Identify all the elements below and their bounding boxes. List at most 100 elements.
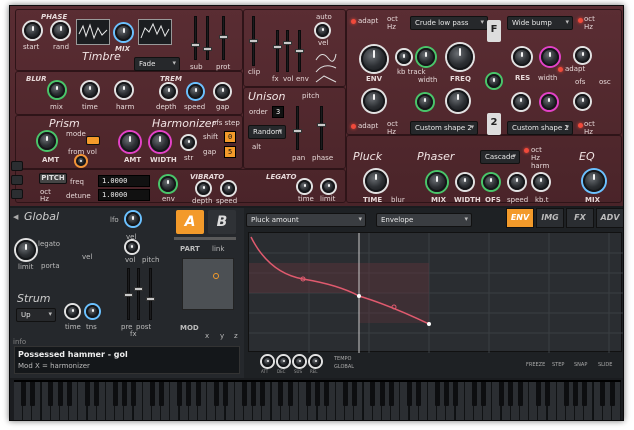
shape-width2-knob[interactable]	[541, 94, 557, 110]
black-key[interactable]	[48, 382, 54, 406]
black-key[interactable]	[177, 382, 183, 406]
fade-dropdown[interactable]: Fade	[134, 57, 180, 71]
global-pitch-fader[interactable]	[146, 268, 155, 320]
black-key[interactable]	[195, 382, 201, 406]
sus-knob[interactable]	[294, 356, 305, 367]
black-key[interactable]	[388, 382, 394, 406]
black-key[interactable]	[535, 382, 541, 406]
freeze-label[interactable]: FREEZE	[526, 362, 545, 368]
blur-mix-knob[interactable]	[49, 82, 65, 98]
dec-knob[interactable]	[278, 356, 289, 367]
phaser-kbt-knob[interactable]	[533, 174, 549, 190]
black-key[interactable]	[131, 382, 137, 406]
ofs-knob[interactable]	[575, 48, 590, 63]
harm-width-knob[interactable]	[150, 132, 170, 152]
black-key[interactable]	[370, 382, 376, 406]
tab-img[interactable]: IMG	[536, 208, 564, 228]
filter-env-knob[interactable]	[361, 46, 387, 72]
black-key[interactable]	[351, 382, 357, 406]
global-toggle-label[interactable]: GLOBAL	[334, 364, 354, 370]
global-pre-fader[interactable]	[134, 268, 143, 320]
limit-knob[interactable]	[16, 240, 36, 260]
black-key[interactable]	[223, 382, 229, 406]
step-label[interactable]: STEP	[552, 362, 564, 368]
sub-fader[interactable]	[191, 16, 200, 60]
shift-value[interactable]: 0	[224, 131, 237, 143]
vol-fader[interactable]	[283, 30, 292, 72]
pan-fader[interactable]	[293, 106, 302, 150]
snap-label[interactable]: SNAP	[574, 362, 587, 368]
tempo-label[interactable]: TEMPO	[334, 356, 351, 362]
black-key[interactable]	[480, 382, 486, 406]
black-key[interactable]	[416, 382, 422, 406]
mode-button[interactable]	[86, 136, 100, 145]
black-key[interactable]	[517, 382, 523, 406]
phaser-oct-led[interactable]	[524, 148, 529, 153]
phaser-ofs-knob[interactable]	[483, 174, 499, 190]
trem-speed-knob[interactable]	[188, 84, 203, 99]
black-key[interactable]	[213, 382, 219, 406]
strum-tns-knob[interactable]	[86, 305, 99, 318]
strum-time-knob[interactable]	[66, 305, 79, 318]
black-key[interactable]	[508, 382, 514, 406]
black-key[interactable]	[315, 382, 321, 406]
black-key[interactable]	[471, 382, 477, 406]
shape-a-dropdown[interactable]: Custom shape 2	[410, 121, 478, 135]
xy-pad-handle[interactable]	[213, 273, 219, 279]
black-key[interactable]	[85, 382, 91, 406]
global-vel-knob[interactable]	[126, 241, 138, 253]
start-knob[interactable]	[24, 22, 41, 39]
part-a-button[interactable]: A	[176, 210, 204, 234]
param-dropdown[interactable]: Pluck amount	[246, 213, 366, 227]
cascade-dropdown[interactable]: Cascade	[480, 150, 520, 164]
shape-env-knob[interactable]	[363, 90, 385, 112]
black-key[interactable]	[572, 382, 578, 406]
shape-freq-knob[interactable]	[447, 90, 469, 112]
legato-limit-knob[interactable]	[322, 180, 335, 193]
black-key[interactable]	[581, 382, 587, 406]
black-key[interactable]	[600, 382, 606, 406]
black-key[interactable]	[563, 382, 569, 406]
slide-label[interactable]: SLIDE	[598, 362, 612, 368]
waveform-a-display[interactable]	[76, 19, 110, 45]
rand-knob[interactable]	[52, 22, 69, 39]
black-key[interactable]	[29, 382, 35, 406]
filter-route-knob[interactable]	[487, 74, 501, 88]
black-key[interactable]	[121, 382, 127, 406]
freq-value[interactable]: 1.0000	[98, 175, 150, 187]
black-key[interactable]	[259, 382, 265, 406]
legato-time-knob[interactable]	[298, 180, 311, 193]
eq-mix-knob[interactable]	[583, 170, 605, 192]
pluck-time-knob[interactable]	[365, 170, 387, 192]
blur-harm-knob[interactable]	[116, 82, 132, 98]
harm-amt-knob[interactable]	[120, 132, 140, 152]
black-key[interactable]	[342, 382, 348, 406]
shape-ofs-knob[interactable]	[575, 94, 590, 109]
f2-adapt-led[interactable]	[558, 67, 563, 72]
phaser-speed-knob[interactable]	[509, 174, 525, 190]
f2-width-knob[interactable]	[541, 48, 559, 66]
filter1-type-dropdown[interactable]: Crude low pass	[410, 16, 488, 30]
detune-value[interactable]: 1.0000	[98, 189, 150, 201]
blur-time-knob[interactable]	[82, 82, 98, 98]
black-key[interactable]	[57, 382, 63, 406]
side-btn-2[interactable]	[11, 175, 23, 185]
black-key[interactable]	[443, 382, 449, 406]
piano-keyboard[interactable]	[14, 380, 621, 420]
strum-dropdown[interactable]: Up	[16, 308, 56, 322]
vibrato-speed-knob[interactable]	[222, 182, 235, 195]
filter-f-badge[interactable]: F	[487, 20, 501, 42]
phaser-mix-knob[interactable]	[427, 172, 447, 192]
order-value[interactable]: 3	[272, 106, 285, 118]
black-key[interactable]	[94, 382, 100, 406]
kb-track-knob[interactable]	[397, 50, 411, 64]
black-key[interactable]	[499, 382, 505, 406]
clip-fader[interactable]	[249, 16, 258, 66]
black-key[interactable]	[287, 382, 293, 406]
black-key[interactable]	[149, 382, 155, 406]
black-key[interactable]	[305, 382, 311, 406]
black-key[interactable]	[324, 382, 330, 406]
black-key[interactable]	[379, 382, 385, 406]
black-key[interactable]	[278, 382, 284, 406]
prism-amt-knob[interactable]	[38, 132, 56, 150]
